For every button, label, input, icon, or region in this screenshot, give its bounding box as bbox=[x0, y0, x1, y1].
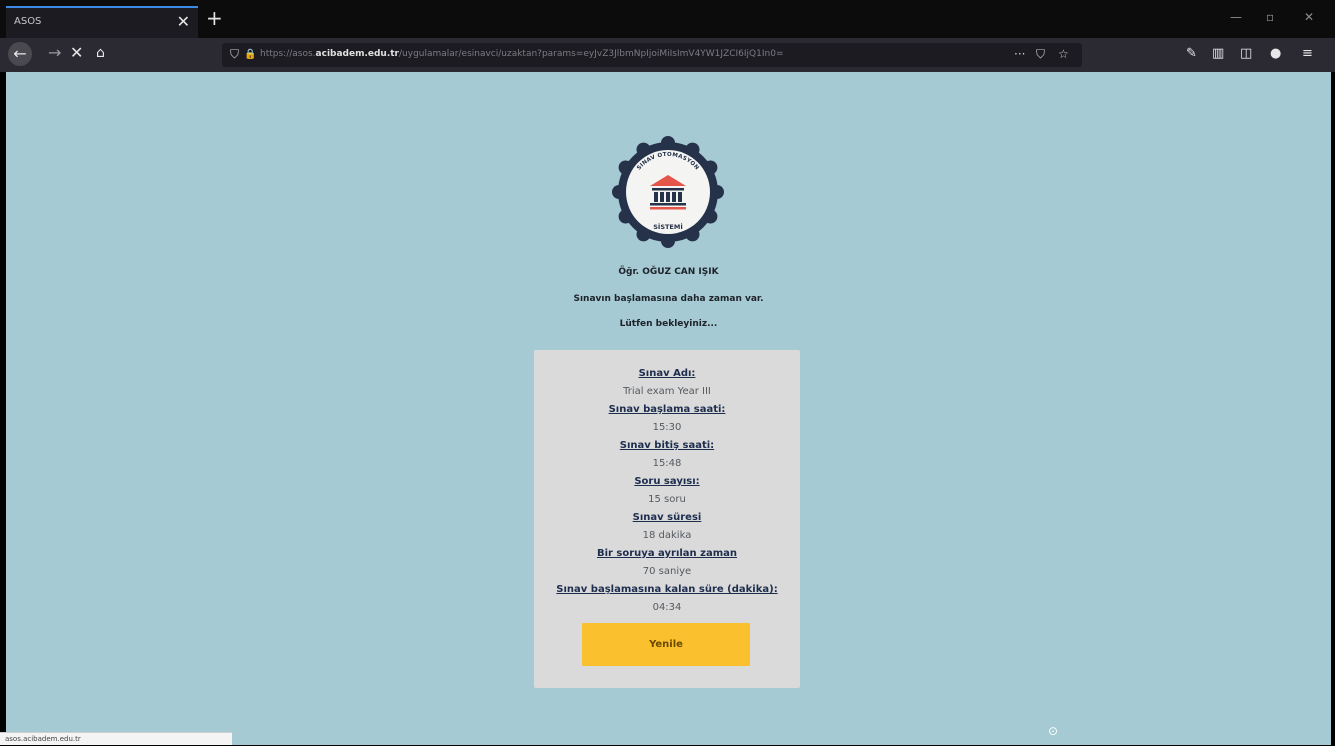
library-icon[interactable]: ▥ bbox=[1212, 46, 1224, 61]
mouse-cursor-icon: ⊙ bbox=[1048, 724, 1059, 738]
tab-bar: ASOS ✕ + — ▫ ✕ bbox=[0, 0, 1335, 38]
status-bar-url: asos.acibadem.edu.tr bbox=[0, 732, 232, 745]
restore-button[interactable]: ▫ bbox=[1266, 10, 1274, 24]
menu-icon[interactable]: ≡ bbox=[1302, 46, 1313, 61]
exam-name-label: Sınav Adı: bbox=[638, 368, 696, 379]
start-time-value: 15:30 bbox=[652, 422, 682, 433]
seal-bottom-text: SİSTEMİ bbox=[653, 222, 683, 231]
browser-tab[interactable]: ASOS ✕ bbox=[6, 6, 198, 38]
exam-info-card: Sınav Adı: Trial exam Year III Sınav baş… bbox=[534, 350, 800, 688]
account-icon[interactable]: ● bbox=[1270, 46, 1281, 61]
refresh-button[interactable]: Yenile bbox=[582, 623, 750, 666]
more-icon[interactable]: ··· bbox=[1014, 47, 1025, 61]
url-text[interactable]: https://asos.acibadem.edu.tr/uygulamalar… bbox=[260, 49, 940, 59]
tab-title: ASOS bbox=[14, 16, 42, 27]
sidebar-icon[interactable]: ◫ bbox=[1240, 46, 1252, 61]
wrench-icon[interactable]: ✎ bbox=[1186, 46, 1197, 61]
please-wait-message: Lütfen bekleyiniz... bbox=[619, 319, 718, 329]
page-content: SINAV OTOMASYON SİSTEMİ Öğr. OĞUZ CAN IŞ… bbox=[6, 72, 1331, 745]
remaining-time-value: 04:34 bbox=[652, 602, 682, 613]
duration-label: Sınav süresi bbox=[632, 512, 702, 523]
per-question-value: 70 saniye bbox=[642, 566, 692, 577]
url-bar[interactable]: ⛉ 🔒 https://asos.acibadem.edu.tr/uygulam… bbox=[222, 43, 1082, 67]
stop-icon[interactable]: ✕ bbox=[70, 43, 83, 62]
pocket-icon[interactable]: ⛉ bbox=[1036, 47, 1045, 62]
wait-message: Sınavın başlamasına daha zaman var. bbox=[573, 294, 764, 304]
remaining-time-label: Sınav başlamasına kalan süre (dakika): bbox=[556, 584, 778, 595]
start-time-label: Sınav başlama saati: bbox=[608, 404, 726, 415]
minimize-button[interactable]: — bbox=[1230, 10, 1242, 24]
student-name: Öğr. OĞUZ CAN IŞIK bbox=[618, 267, 719, 277]
exam-system-seal-logo: SINAV OTOMASYON SİSTEMİ bbox=[612, 136, 724, 248]
per-question-label: Bir soruya ayrılan zaman bbox=[596, 548, 738, 559]
new-tab-button[interactable]: + bbox=[206, 6, 223, 30]
shield-icon[interactable]: ⛉ bbox=[230, 47, 239, 62]
exam-name-value: Trial exam Year III bbox=[623, 386, 711, 397]
question-count-label: Soru sayısı: bbox=[634, 476, 700, 487]
end-time-label: Sınav bitiş saati: bbox=[619, 440, 715, 451]
home-icon[interactable]: ⌂ bbox=[96, 45, 105, 61]
star-icon[interactable]: ☆ bbox=[1058, 47, 1069, 61]
navigation-toolbar: ← → ✕ ⌂ ⛉ 🔒 https://asos.acibadem.edu.tr… bbox=[0, 38, 1335, 72]
end-time-value: 15:48 bbox=[652, 458, 682, 469]
back-arrow-icon[interactable]: ← bbox=[8, 42, 32, 66]
lock-icon[interactable]: 🔒 bbox=[244, 49, 256, 60]
question-count-value: 15 soru bbox=[648, 494, 686, 505]
duration-value: 18 dakika bbox=[642, 530, 692, 541]
forward-arrow-icon[interactable]: → bbox=[48, 43, 61, 62]
window-close-button[interactable]: ✕ bbox=[1304, 10, 1314, 24]
tab-close-icon[interactable]: ✕ bbox=[177, 12, 190, 31]
